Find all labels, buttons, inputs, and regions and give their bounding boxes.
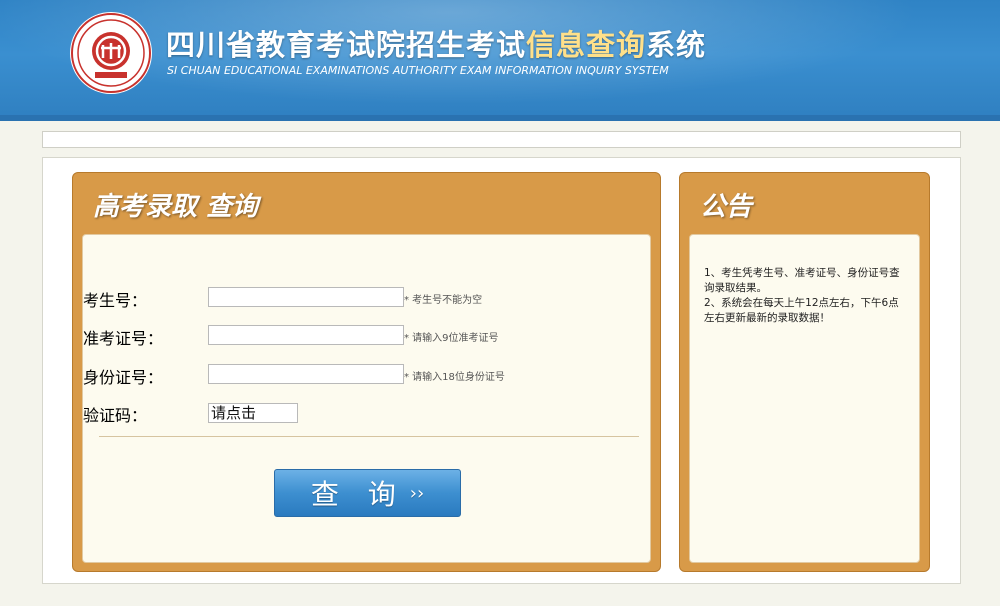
notice-item: 2、系统会在每天上午12点左右，下午6点左右更新最新的录取数据！ bbox=[704, 297, 899, 324]
id-number-label-box: 身份证号： bbox=[83, 364, 203, 387]
site-title-highlight: 信息查询 bbox=[526, 28, 647, 62]
captcha-label: 验证码： bbox=[83, 406, 148, 425]
notice-panel-title: 公告 bbox=[700, 192, 753, 222]
query-submit-label: 查 询 bbox=[310, 478, 406, 511]
site-subtitle: SI CHUAN EDUCATIONAL EXAMINATIONS AUTHOR… bbox=[167, 64, 669, 77]
id-number-hint: * 请输入18位身份证号 bbox=[404, 372, 505, 383]
notice-list: 1、考生凭考生号、准考证号、身份证号查询录取结果。 2、系统会在每天上午12点左… bbox=[704, 266, 908, 326]
notice-item: 1、考生凭考生号、准考证号、身份证号查询录取结果。 bbox=[704, 267, 900, 294]
admission-query-panel: 高考录取 查询 考生号： * 考生号不能为空 准考证号： * 请输入9位准考证号… bbox=[72, 172, 661, 572]
form-divider bbox=[99, 436, 639, 437]
education-authority-seal-icon bbox=[70, 12, 152, 94]
admission-ticket-hint: * 请输入9位准考证号 bbox=[404, 333, 499, 344]
admission-ticket-label: 准考证号： bbox=[83, 329, 164, 348]
admission-ticket-input[interactable] bbox=[208, 325, 404, 345]
captcha-label-box: 验证码： bbox=[83, 402, 203, 425]
notice-body: 1、考生凭考生号、准考证号、身份证号查询录取结果。 2、系统会在每天上午12点左… bbox=[689, 234, 920, 563]
top-bar bbox=[42, 131, 961, 148]
double-chevron-right-icon: ›› bbox=[409, 482, 425, 504]
site-title: 四川省教育考试院招生考试信息查询系统 bbox=[166, 22, 706, 64]
admission-ticket-label-box: 准考证号： bbox=[83, 325, 203, 348]
captcha-click-box[interactable]: 请点击 bbox=[208, 403, 298, 423]
notice-panel: 公告 1、考生凭考生号、准考证号、身份证号查询录取结果。 2、系统会在每天上午1… bbox=[679, 172, 930, 572]
site-header: 四川省教育考试院招生考试信息查询系统 SI CHUAN EDUCATIONAL … bbox=[0, 0, 1000, 121]
exam-number-label-box: 考生号： bbox=[83, 287, 203, 310]
query-submit-button[interactable]: 查 询 ›› bbox=[274, 469, 461, 517]
id-number-label: 身份证号： bbox=[83, 368, 164, 387]
header-stripe bbox=[0, 115, 1000, 121]
site-title-part1: 四川省教育考试院招生考试 bbox=[166, 28, 527, 62]
exam-number-hint: * 考生号不能为空 bbox=[404, 295, 483, 306]
id-number-input[interactable] bbox=[208, 364, 404, 384]
exam-number-input[interactable] bbox=[208, 287, 404, 307]
query-form: 考生号： * 考生号不能为空 准考证号： * 请输入9位准考证号 身份证号： *… bbox=[82, 234, 651, 563]
exam-number-label: 考生号： bbox=[83, 291, 148, 310]
site-title-part3: 系统 bbox=[646, 28, 707, 62]
query-panel-title: 高考录取 查询 bbox=[93, 192, 259, 222]
